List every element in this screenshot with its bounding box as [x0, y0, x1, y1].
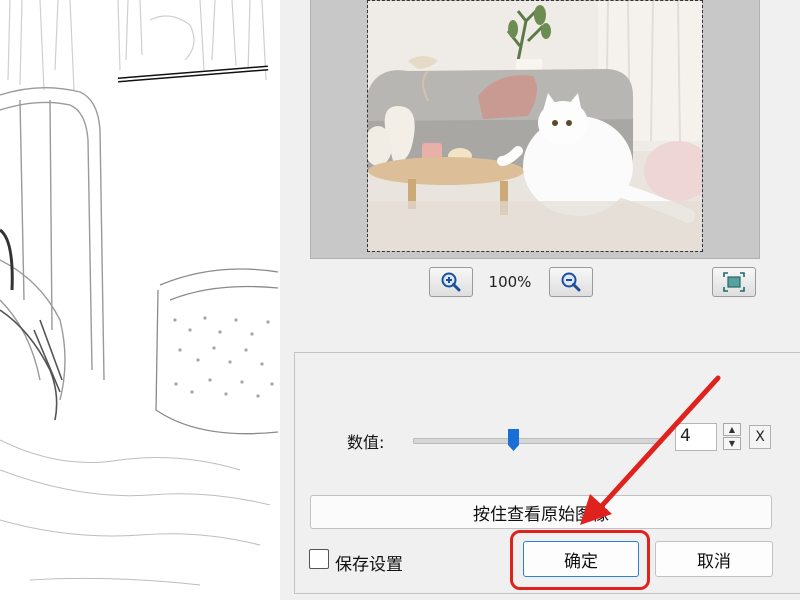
zoom-toolbar: 100%: [280, 267, 800, 301]
cancel-button[interactable]: 取消: [655, 541, 773, 577]
zoom-in-icon: [441, 272, 461, 292]
save-settings-checkbox[interactable]: [309, 549, 329, 569]
save-settings-label[interactable]: 保存设置: [335, 550, 403, 575]
sketch-image: [0, 0, 280, 600]
original-photo-preview[interactable]: [367, 0, 703, 252]
effect-dialog-panel: 100% 数值: 4 ▲ ▼ X 按住查看原始图像 保存设置 确定 取消: [280, 0, 800, 600]
fit-to-window-icon: [723, 272, 745, 292]
cat-photo: [368, 1, 702, 251]
value-slider-track[interactable]: [413, 438, 663, 444]
zoom-level-label: 100%: [488, 273, 532, 291]
ok-button[interactable]: 确定: [523, 541, 639, 577]
chevron-down-icon: ▼: [728, 439, 736, 448]
value-input[interactable]: 4: [675, 423, 717, 451]
value-label: 数值:: [347, 433, 385, 452]
value-slider-thumb[interactable]: [508, 429, 519, 451]
zoom-in-button[interactable]: [429, 267, 473, 297]
sketch-preview-canvas: [0, 0, 281, 600]
view-original-button[interactable]: 按住查看原始图像: [310, 495, 772, 529]
ok-label: 确定: [564, 551, 598, 572]
zoom-out-icon: [561, 272, 581, 292]
cancel-label: 取消: [697, 551, 731, 572]
reset-value-button[interactable]: X: [749, 425, 771, 449]
zoom-out-button[interactable]: [549, 267, 593, 297]
app-window: 100% 数值: 4 ▲ ▼ X 按住查看原始图像 保存设置 确定 取消: [0, 0, 800, 600]
preview-frame: [310, 0, 760, 259]
fit-to-window-button[interactable]: [712, 267, 756, 297]
view-original-label: 按住查看原始图像: [473, 504, 609, 525]
chevron-up-icon: ▲: [728, 425, 736, 434]
spin-down-button[interactable]: ▼: [723, 437, 741, 450]
settings-group: 数值: 4 ▲ ▼ X 按住查看原始图像 保存设置 确定 取消: [294, 352, 800, 594]
spin-up-button[interactable]: ▲: [723, 423, 741, 436]
